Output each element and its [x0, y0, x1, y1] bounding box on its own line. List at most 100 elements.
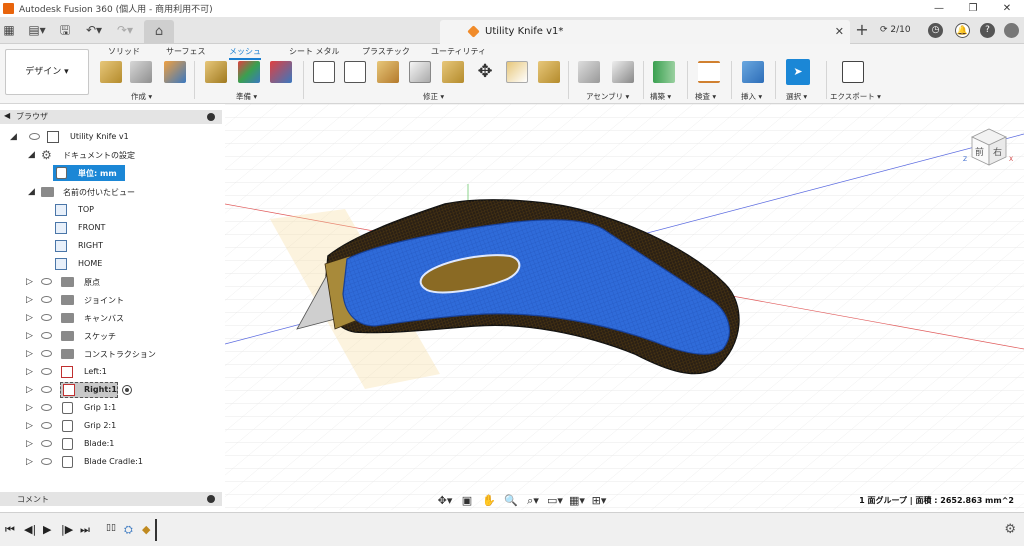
- fit-icon[interactable]: ⌕▾: [525, 494, 541, 507]
- expand-arrow-icon[interactable]: ▷: [26, 295, 33, 305]
- comments-panel[interactable]: コメント: [0, 492, 222, 506]
- generate-face-groups-icon[interactable]: [238, 61, 260, 83]
- tree-root-item[interactable]: ◢ Utility Knife v1: [0, 129, 222, 147]
- visibility-eye-icon[interactable]: [29, 133, 40, 140]
- move-icon[interactable]: ✥: [474, 61, 496, 83]
- expand-arrow-icon[interactable]: ▷: [26, 403, 33, 413]
- tree-item-named-views[interactable]: ◢ 名前の付いたビュー: [0, 184, 222, 202]
- scale-icon[interactable]: [506, 61, 528, 83]
- create-group-label[interactable]: 作成 ▾: [131, 91, 152, 102]
- insert-canvas-icon[interactable]: [742, 61, 764, 83]
- grid-menu-icon[interactable]: ▦: [3, 23, 15, 38]
- tree-item-folder[interactable]: ▷ キャンバス: [0, 310, 222, 328]
- tree-item-body[interactable]: ▷ Grip 2:1: [0, 418, 222, 436]
- expand-arrow-icon[interactable]: ▷: [26, 367, 33, 377]
- step-forward-icon[interactable]: |▶: [61, 523, 73, 536]
- timeline-settings-icon[interactable]: ⚙: [1004, 522, 1016, 537]
- inspect-group-label[interactable]: 検査 ▾: [695, 91, 716, 102]
- viewports-icon[interactable]: ⊞▾: [591, 494, 607, 507]
- new-tab-button[interactable]: +: [852, 21, 872, 41]
- reduce-icon[interactable]: [344, 61, 366, 83]
- export-group-label[interactable]: エクスポート ▾: [830, 91, 881, 102]
- plane-cut-icon[interactable]: [409, 61, 431, 83]
- zoom-icon[interactable]: 🔍: [503, 494, 519, 507]
- tree-item-view[interactable]: HOME: [0, 256, 222, 274]
- joint-icon[interactable]: [612, 61, 634, 83]
- modify-group-label[interactable]: 修正 ▾: [423, 91, 444, 102]
- timeline-mesh-icon[interactable]: ◆: [142, 523, 150, 536]
- close-window-button[interactable]: ✕: [990, 0, 1024, 17]
- visibility-eye-icon[interactable]: [41, 332, 52, 339]
- tab-utility[interactable]: ユーティリティ: [431, 46, 486, 57]
- visibility-eye-icon[interactable]: [41, 404, 52, 411]
- tab-plastic[interactable]: プラスチック: [362, 46, 410, 57]
- erase-and-fill-icon[interactable]: [377, 61, 399, 83]
- timeline-feature-icon[interactable]: ▯▯: [106, 523, 116, 533]
- create-face-group-icon[interactable]: [130, 61, 152, 83]
- expand-arrow-icon[interactable]: ▷: [26, 349, 33, 359]
- panel-pin-icon[interactable]: [207, 113, 215, 121]
- file-menu-icon[interactable]: ▤▾: [27, 23, 47, 38]
- repair-icon[interactable]: [205, 61, 227, 83]
- go-to-end-icon[interactable]: ⏭: [80, 523, 90, 537]
- expand-arrow-icon[interactable]: ▷: [26, 457, 33, 467]
- tab-surface[interactable]: サーフェス: [166, 46, 206, 57]
- grid-settings-icon[interactable]: ▦▾: [569, 494, 585, 507]
- look-at-icon[interactable]: ▣: [459, 494, 475, 507]
- select-cursor-icon[interactable]: ➤: [786, 59, 810, 85]
- browser-header[interactable]: ◀ ブラウザ: [0, 110, 222, 124]
- timeline-component-icon[interactable]: ⛭: [124, 523, 133, 537]
- clock-icon[interactable]: ◷: [928, 23, 943, 38]
- expand-arrow-icon[interactable]: ▷: [26, 313, 33, 323]
- maximize-button[interactable]: ❐: [956, 0, 990, 17]
- save-icon[interactable]: 🖫: [58, 23, 72, 38]
- tab-sheet-metal[interactable]: シート メタル: [289, 46, 340, 57]
- help-icon[interactable]: ?: [980, 23, 995, 38]
- activate-radio[interactable]: [122, 385, 132, 395]
- combine-icon[interactable]: [442, 61, 464, 83]
- expand-arrow-icon[interactable]: ▷: [26, 439, 33, 449]
- tessellate-icon[interactable]: [164, 61, 186, 83]
- tree-item-body[interactable]: ▷ Grip 1:1: [0, 400, 222, 418]
- tree-item-body[interactable]: ▷ Blade:1: [0, 436, 222, 454]
- close-tab-icon[interactable]: ✕: [835, 25, 844, 38]
- undo-icon[interactable]: ↶▾: [84, 23, 104, 38]
- offset-plane-icon[interactable]: [653, 61, 675, 83]
- pan-hand-icon[interactable]: ✋: [481, 494, 497, 507]
- tree-item-component-active[interactable]: ▷ Right:1: [0, 382, 222, 400]
- visibility-eye-icon[interactable]: [41, 278, 52, 285]
- visibility-eye-icon[interactable]: [41, 458, 52, 465]
- expand-arrow-icon[interactable]: ◢: [28, 187, 35, 197]
- play-icon[interactable]: ▶: [43, 523, 51, 536]
- tree-item-folder[interactable]: ▷ ジョイント: [0, 292, 222, 310]
- tree-item-document-settings[interactable]: ◢ ⚙ ドキュメントの設定: [0, 147, 222, 165]
- visibility-eye-icon[interactable]: [41, 350, 52, 357]
- tab-solid[interactable]: ソリッド: [108, 46, 140, 57]
- visibility-eye-icon[interactable]: [41, 368, 52, 375]
- tree-item-folder[interactable]: ▷ 原点: [0, 274, 222, 292]
- go-to-start-icon[interactable]: ⏮: [5, 523, 15, 537]
- expand-arrow-icon[interactable]: ▷: [26, 331, 33, 341]
- tree-item-folder[interactable]: ▷ スケッチ: [0, 328, 222, 346]
- new-component-icon[interactable]: [578, 61, 600, 83]
- expand-arrow-icon[interactable]: ▷: [26, 421, 33, 431]
- notifications-icon[interactable]: 🔔: [955, 23, 970, 38]
- 3d-viewport[interactable]: [225, 104, 1024, 510]
- job-status[interactable]: ⟳ 2/10: [880, 25, 911, 35]
- user-avatar[interactable]: [1004, 23, 1019, 38]
- comments-toggle-icon[interactable]: [207, 495, 215, 503]
- insert-group-label[interactable]: 挿入 ▾: [741, 91, 762, 102]
- expand-arrow-icon[interactable]: ◢: [28, 150, 35, 160]
- view-cube[interactable]: 前 右 Z X: [962, 125, 1016, 171]
- tree-item-folder[interactable]: ▷ コンストラクション: [0, 346, 222, 364]
- tree-item-view[interactable]: RIGHT: [0, 238, 222, 256]
- prepare-group-label[interactable]: 準備 ▾: [236, 91, 257, 102]
- measure-icon[interactable]: [698, 61, 720, 83]
- visibility-eye-icon[interactable]: [41, 314, 52, 321]
- tree-item-component[interactable]: ▷ Left:1: [0, 364, 222, 382]
- assemble-group-label[interactable]: アセンブリ ▾: [586, 91, 629, 102]
- workspace-switcher-button[interactable]: デザイン ▾: [5, 49, 89, 95]
- tree-item-body[interactable]: ▷ Blade Cradle:1: [0, 454, 222, 472]
- insert-mesh-icon[interactable]: [100, 61, 122, 83]
- collapse-arrow-icon[interactable]: ◀: [4, 111, 10, 120]
